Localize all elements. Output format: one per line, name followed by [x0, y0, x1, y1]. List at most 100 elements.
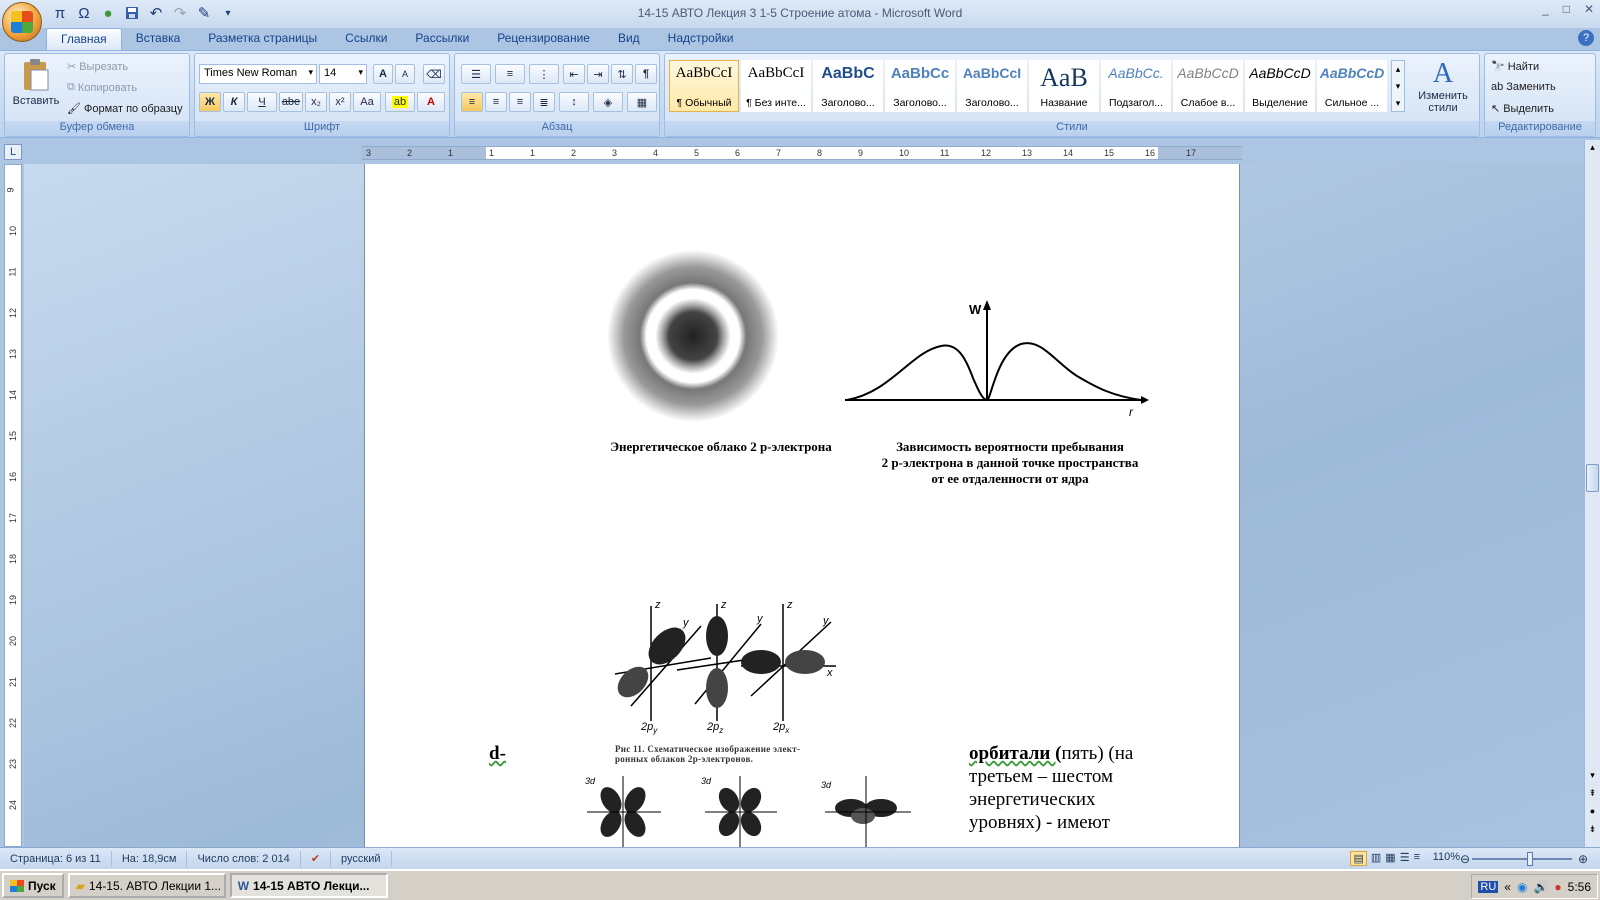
zoom-in-icon[interactable]: ⊕ — [1578, 852, 1588, 866]
superscript-button[interactable]: x² — [329, 92, 351, 112]
shading-icon[interactable]: ◈ — [593, 92, 623, 112]
style-item[interactable]: AaBbCcD Слабое в... — [1173, 60, 1243, 112]
italic-button[interactable]: К — [223, 92, 245, 112]
next-page-icon[interactable]: ⇟ — [1586, 824, 1599, 840]
pi-icon[interactable]: π — [50, 4, 70, 22]
style-item[interactable]: AaBbC Заголово... — [813, 60, 883, 112]
style-item[interactable]: AaBbCcD Выделение — [1245, 60, 1315, 112]
paste-button[interactable]: Вставить — [11, 58, 61, 120]
multilevel-list-icon[interactable]: ⋮ — [529, 64, 559, 84]
full-screen-reading-icon[interactable]: ▥ — [1371, 851, 1381, 866]
increase-indent-icon[interactable]: ⇥ — [587, 64, 609, 84]
font-color-icon[interactable]: A — [417, 92, 445, 112]
bullets-icon[interactable]: ☰ — [461, 64, 491, 84]
styles-scroll[interactable]: ▴ ▾ ▾ — [1391, 60, 1405, 112]
style-item[interactable]: AaBbCcD Сильное ... — [1317, 60, 1387, 112]
shrink-font-button[interactable]: A — [395, 64, 415, 84]
web-layout-icon[interactable]: ▦ — [1385, 851, 1395, 866]
zoom-level[interactable]: 110% — [1433, 851, 1460, 863]
maximize-button[interactable]: □ — [1563, 2, 1570, 16]
status-language[interactable]: русский — [331, 850, 392, 867]
line-spacing-icon[interactable]: ↕ — [559, 92, 589, 112]
office-button[interactable] — [2, 2, 42, 42]
scroll-thumb[interactable] — [1586, 464, 1599, 492]
status-position[interactable]: На: 18,9см — [112, 850, 188, 867]
omega-icon[interactable]: Ω — [74, 4, 94, 22]
change-case-button[interactable]: Aa — [353, 92, 381, 112]
network-icon[interactable]: ◉ — [1517, 880, 1527, 894]
change-styles-button[interactable]: A Изменить стили — [1411, 58, 1475, 120]
font-name-combo[interactable]: Times New Roman ▾ — [199, 64, 317, 84]
strikethrough-button[interactable]: abe — [279, 92, 303, 112]
find-button[interactable]: 🔭 Найти — [1491, 60, 1539, 74]
grow-font-button[interactable]: A — [373, 64, 393, 84]
decrease-indent-icon[interactable]: ⇤ — [563, 64, 585, 84]
clock[interactable]: 5:56 — [1568, 880, 1591, 894]
style-item[interactable]: AaBbCc. Подзагол... — [1101, 60, 1171, 112]
status-word-count[interactable]: Число слов: 2 014 — [187, 850, 301, 867]
tab-view[interactable]: Вид — [604, 28, 654, 50]
status-page[interactable]: Страница: 6 из 11 — [0, 850, 112, 867]
scroll-down-icon[interactable]: ▾ — [1586, 770, 1599, 786]
taskbar-item-active[interactable]: W 14-15 АВТО Лекци... — [229, 873, 388, 898]
taskbar-item[interactable]: ▰ 14-15. АВТО Лекции 1... — [67, 873, 226, 898]
select-button[interactable]: ↖ Выделить — [1491, 102, 1554, 116]
highlight-icon[interactable]: ab — [385, 92, 415, 112]
outline-icon[interactable]: ☰ — [1400, 851, 1410, 866]
style-item[interactable]: AaBbCc Заголово... — [885, 60, 955, 112]
qat-customize-icon[interactable]: ▾ — [218, 4, 238, 22]
align-center-icon[interactable]: ≡ — [485, 92, 507, 112]
align-right-icon[interactable]: ≡ — [509, 92, 531, 112]
undo-icon[interactable]: ↶ — [146, 4, 166, 22]
tab-review[interactable]: Рецензирование — [483, 28, 604, 50]
zoom-out-icon[interactable]: ⊖ — [1460, 852, 1470, 866]
underline-button[interactable]: Ч — [247, 92, 277, 112]
security-icon[interactable]: ● — [1554, 880, 1561, 894]
draft-icon[interactable]: ≡ — [1414, 851, 1420, 866]
scroll-up-icon[interactable]: ▴ — [1586, 142, 1599, 158]
vertical-scrollbar[interactable]: ▴ ▾ ⇞ ● ⇟ — [1584, 140, 1600, 847]
zoom-thumb[interactable] — [1527, 852, 1533, 866]
browse-object-icon[interactable]: ● — [1586, 806, 1599, 822]
tab-addins[interactable]: Надстройки — [654, 28, 748, 50]
document-area[interactable]: W r Энергетическое облако 2 р-электрона … — [24, 164, 1592, 847]
tab-mailings[interactable]: Рассылки — [401, 28, 483, 50]
font-size-combo[interactable]: 14 ▾ — [319, 64, 367, 84]
align-left-icon[interactable]: ≡ — [461, 92, 483, 112]
save-icon[interactable] — [122, 4, 142, 22]
spelling-icon[interactable]: ✎ — [194, 4, 214, 22]
redo-icon[interactable]: ↷ — [170, 4, 190, 22]
start-button[interactable]: Пуск — [2, 873, 64, 898]
pilcrow-button[interactable]: ¶ — [635, 64, 657, 84]
replace-button[interactable]: ab Заменить — [1491, 81, 1556, 93]
tab-insert[interactable]: Вставка — [122, 28, 195, 50]
subscript-button[interactable]: x₂ — [305, 92, 327, 112]
clear-format-icon[interactable]: ⌫ — [423, 64, 445, 84]
tab-selector-icon[interactable]: L — [4, 144, 22, 160]
style-item[interactable]: AaBbCcI ¶ Обычный — [669, 60, 739, 112]
spellcheck-icon[interactable]: ✔ — [301, 850, 332, 867]
help-icon[interactable]: ? — [1578, 30, 1594, 46]
copy-button[interactable]: ⧉ Копировать — [67, 81, 137, 94]
vertical-ruler[interactable]: 9 10 11 12 13 14 15 16 17 18 19 20 21 22 23 24 — [4, 164, 22, 847]
tab-home[interactable]: Главная — [46, 28, 122, 50]
tab-page-layout[interactable]: Разметка страницы — [194, 28, 331, 50]
borders-icon[interactable]: ▦ — [627, 92, 657, 112]
tab-references[interactable]: Ссылки — [331, 28, 401, 50]
circle-icon[interactable]: ● — [98, 4, 118, 22]
numbering-icon[interactable]: ≡ — [495, 64, 525, 84]
horizontal-ruler[interactable]: 3 2 1 1 1 2 3 4 5 6 7 8 9 10 11 12 13 14 15 16 17 — [362, 146, 1242, 160]
tray-expand-icon[interactable]: « — [1504, 880, 1511, 894]
style-item[interactable]: AaBbCcI ¶ Без инте... — [741, 60, 811, 112]
language-indicator[interactable]: RU — [1478, 880, 1499, 893]
volume-icon[interactable]: 🔊 — [1533, 880, 1548, 894]
document-page[interactable]: W r Энергетическое облако 2 р-электрона … — [364, 164, 1240, 847]
format-painter-button[interactable]: 🖌 Формат по образцу — [67, 102, 183, 116]
justify-icon[interactable]: ≣ — [533, 92, 555, 112]
sort-icon[interactable]: ⇅ — [611, 64, 633, 84]
style-item[interactable]: AaBbCcI Заголово... — [957, 60, 1027, 112]
close-button[interactable]: ✕ — [1584, 2, 1594, 16]
zoom-slider[interactable] — [1472, 852, 1572, 866]
bold-button[interactable]: Ж — [199, 92, 221, 112]
cut-button[interactable]: ✂ Вырезать — [67, 60, 128, 74]
